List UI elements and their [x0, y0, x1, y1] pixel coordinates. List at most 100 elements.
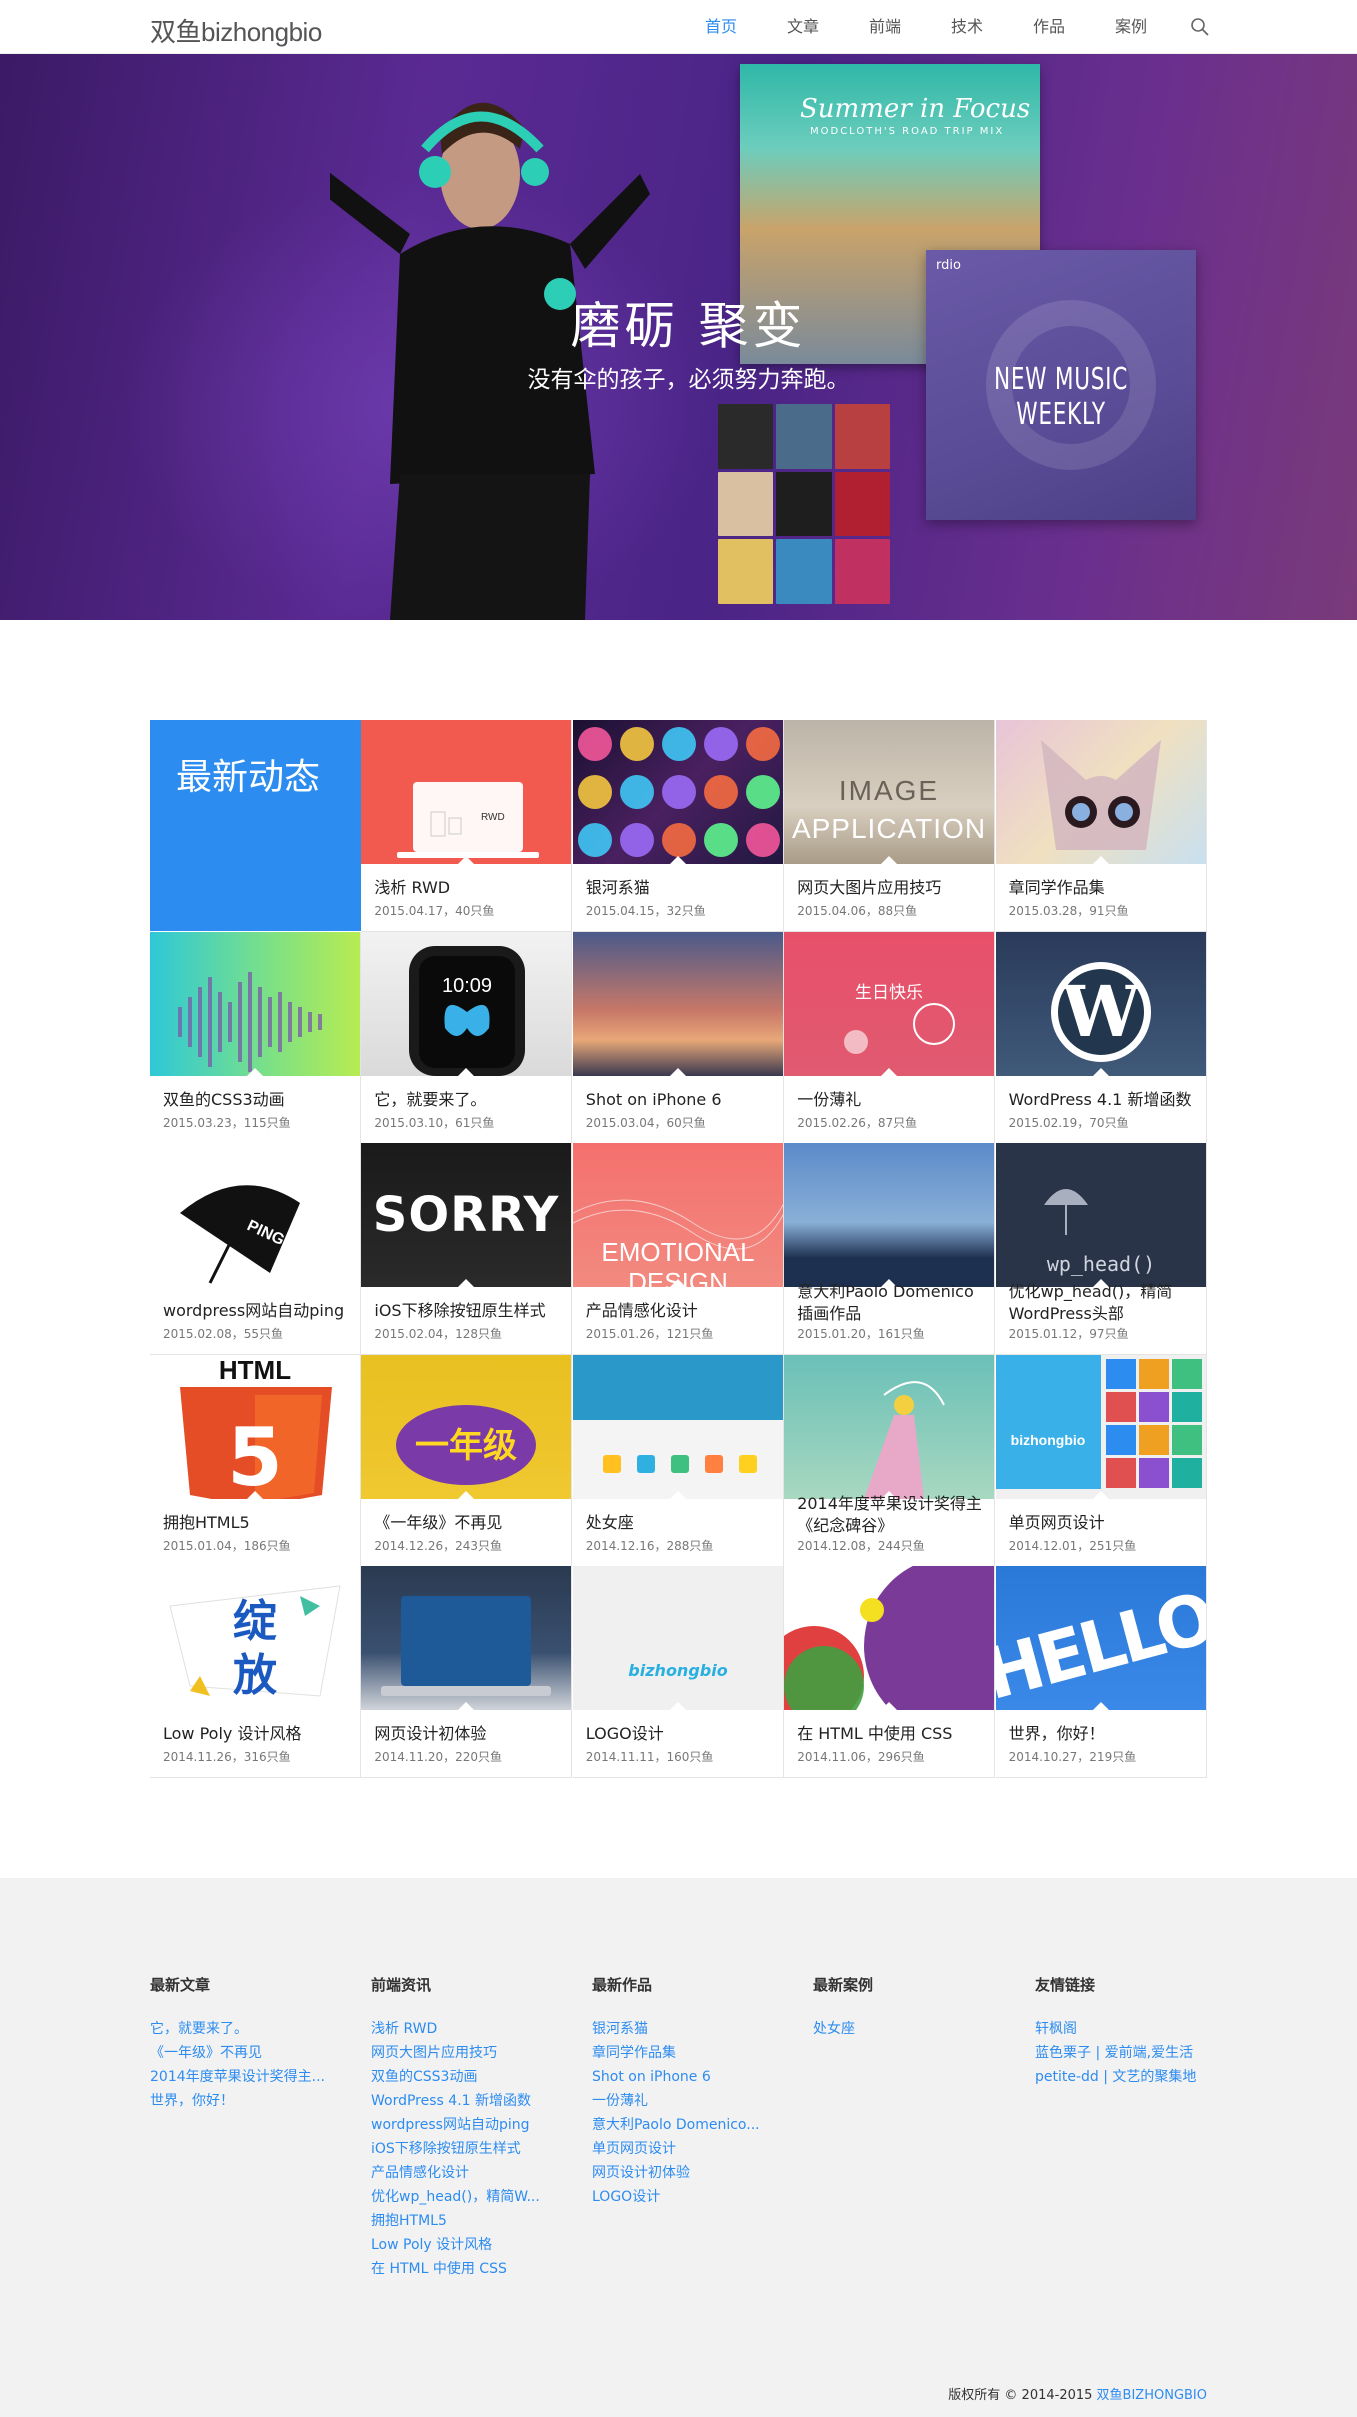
post-title[interactable]: Shot on iPhone 6 [586, 1089, 776, 1111]
post-title[interactable]: 双鱼的CSS3动画 [163, 1089, 353, 1111]
footer-link[interactable]: iOS下移除按钮原生样式 [371, 2137, 571, 2161]
footer-link[interactable]: 在 HTML 中使用 CSS [371, 2257, 571, 2281]
footer-link[interactable]: LOGO设计 [592, 2185, 792, 2209]
post-tile[interactable]: 在 HTML 中使用 CSS 2014.11.06，296只鱼 [784, 1566, 996, 1779]
post-title[interactable]: 浅析 RWD [374, 877, 564, 899]
post-meta: 2014.12.01，251只鱼 [1008, 1538, 1137, 1553]
post-tile[interactable]: SORRY iOS下移除按钮原生样式 2015.02.04，128只鱼 [361, 1143, 573, 1356]
site-header: 双鱼bizhongbio 首页 文章 前端 技术 作品 案例 [0, 0, 1357, 54]
post-thumbnail [784, 1566, 995, 1711]
post-meta: 2015.03.28，91只鱼 [1008, 904, 1129, 918]
footer-link[interactable]: 双鱼的CSS3动画 [371, 2065, 571, 2089]
footer-link[interactable]: petite-dd | 文艺的聚集地 [1035, 2065, 1235, 2089]
nav-item-tech[interactable]: 技术 [926, 0, 1008, 54]
footer-link[interactable]: 轩枫阁 [1035, 2017, 1235, 2041]
footer-link[interactable]: wordpress网站自动ping [371, 2113, 571, 2137]
post-title[interactable]: wordpress网站自动ping [163, 1300, 353, 1322]
footer-column-latest-works: 最新作品 银河系猫 章同学作品集 Shot on iPhone 6 一份薄礼 意大利Pao… [592, 1974, 792, 2209]
footer-link[interactable]: WordPress 4.1 新增函数 [371, 2089, 571, 2113]
post-title[interactable]: iOS下移除按钮原生样式 [374, 1300, 564, 1322]
post-tile[interactable]: IMAGE APPLICATION 网页大图片应用技巧 2015.04.06，88只鱼 [784, 720, 996, 932]
nav-item-works[interactable]: 作品 [1008, 0, 1090, 54]
footer-link[interactable]: 单页网页设计 [592, 2137, 792, 2161]
post-title[interactable]: 网页设计初体验 [374, 1723, 564, 1745]
post-tile[interactable]: HELLO 世界，你好！ 2014.10.27，219只鱼 [995, 1566, 1207, 1779]
footer-link[interactable]: 网页大图片应用技巧 [371, 2041, 571, 2065]
post-title[interactable]: Low Poly 设计风格 [163, 1723, 353, 1745]
post-title[interactable]: 《一年级》不再见 [374, 1512, 564, 1534]
post-tile[interactable]: HTML 5 拥抱HTML5 2015.01.04，186只鱼 [150, 1354, 361, 1567]
post-title[interactable]: 网页大图片应用技巧 [797, 877, 987, 899]
post-tile[interactable]: 处女座 2014.12.16，288只鱼 [572, 1354, 784, 1567]
footer-link[interactable]: 优化wp_head()，精简W... [371, 2185, 571, 2209]
footer-link[interactable]: 浅析 RWD [371, 2017, 571, 2041]
post-tile[interactable]: Shot on iPhone 6 2015.03.04，60只鱼 [572, 931, 784, 1144]
post-title[interactable]: 世界，你好！ [1009, 1723, 1199, 1745]
site-logo[interactable]: 双鱼bizhongbio [150, 12, 322, 49]
post-title[interactable]: WordPress 4.1 新增函数 [1009, 1089, 1199, 1111]
post-thumbnail: 绽放 [150, 1566, 360, 1711]
post-tile[interactable]: 网页设计初体验 2014.11.20，220只鱼 [361, 1566, 573, 1779]
post-title[interactable]: 产品情感化设计 [586, 1300, 776, 1322]
footer-link[interactable]: 产品情感化设计 [371, 2161, 571, 2185]
post-title[interactable]: 2014年度苹果设计奖得主《纪念碑谷》 [797, 1493, 987, 1537]
footer-link[interactable]: 一份薄礼 [592, 2089, 792, 2113]
post-title[interactable]: 意大利Paolo Domenico插画作品 [797, 1281, 987, 1325]
svg-text:SORRY: SORRY [373, 1187, 560, 1243]
footer-link[interactable]: 章同学作品集 [592, 2041, 792, 2065]
post-title[interactable]: 银河系猫 [586, 877, 776, 899]
footer-link[interactable]: 拥抱HTML5 [371, 2209, 571, 2233]
post-thumbnail: RWD [361, 720, 572, 864]
post-tile[interactable]: 章同学作品集 2015.03.28，91只鱼 [995, 720, 1207, 932]
nav-item-cases[interactable]: 案例 [1090, 0, 1172, 54]
post-tile[interactable]: bizhongbio 单页网页设计 2014.12.01，251只鱼 [995, 1354, 1207, 1567]
thumbnail-notch [457, 856, 476, 865]
post-title[interactable]: 它，就要来了。 [374, 1089, 564, 1111]
post-tile[interactable]: PING wordpress网站自动ping 2015.02.08，55只鱼 [150, 1143, 361, 1356]
post-tile[interactable]: RWD 浅析 RWD 2015.04.17，40只鱼 [361, 720, 573, 932]
thumbnail-notch [246, 1490, 264, 1500]
post-tile[interactable]: 10:09 它，就要来了。 2015.03.10，61只鱼 [361, 931, 573, 1144]
post-title[interactable]: 在 HTML 中使用 CSS [797, 1723, 987, 1745]
post-title[interactable]: LOGO设计 [586, 1723, 776, 1745]
footer-link[interactable]: Shot on iPhone 6 [592, 2065, 792, 2089]
post-tile[interactable]: bizhongbio LOGO设计 2014.11.11，160只鱼 [572, 1566, 784, 1779]
nav-item-frontend[interactable]: 前端 [844, 0, 926, 54]
svg-text:10:09: 10:09 [442, 975, 492, 997]
post-tile[interactable]: wp_head() 优化wp_head()，精简WordPress头部 2015.0… [995, 1143, 1207, 1356]
footer-link[interactable]: 2014年度苹果设计奖得主... [150, 2065, 350, 2089]
footer-link[interactable]: 它，就要来了。 [150, 2017, 350, 2041]
footer-link[interactable]: 世界，你好！ [150, 2089, 350, 2113]
post-title[interactable]: 拥抱HTML5 [163, 1512, 353, 1534]
post-tile[interactable]: 2014年度苹果设计奖得主《纪念碑谷》 2014.12.08，244只鱼 [784, 1354, 996, 1567]
footer-link[interactable]: 银河系猫 [592, 2017, 792, 2041]
post-tile[interactable]: 双鱼的CSS3动画 2015.03.23，115只鱼 [150, 931, 361, 1144]
search-icon[interactable] [1190, 17, 1210, 37]
post-grid: 最新动态 RWD 浅析 RWD 2015.04.17，40只鱼 银河系猫 2015.04… [150, 720, 1207, 1779]
footer-link[interactable]: 蓝色栗子 | 爱前端,爱生活 [1035, 2041, 1235, 2065]
post-tile[interactable]: 生日快乐 一份薄礼 2015.02.26，87只鱼 [784, 931, 996, 1144]
post-tile[interactable]: 银河系猫 2015.04.15，32只鱼 [572, 720, 784, 932]
post-thumbnail [572, 931, 783, 1076]
copyright-brand-link[interactable]: 双鱼BIZHONGBIO [1097, 2388, 1207, 2403]
post-thumbnail: bizhongbio [995, 1354, 1206, 1499]
post-tile[interactable]: 一年级 《一年级》不再见 2014.12.26，243只鱼 [361, 1354, 573, 1567]
post-title[interactable]: 优化wp_head()，精简WordPress头部 [1009, 1281, 1199, 1325]
svg-text:放: 放 [233, 1650, 277, 1701]
footer-link[interactable]: Low Poly 设计风格 [371, 2233, 571, 2257]
post-tile[interactable]: 绽放 Low Poly 设计风格 2014.11.26，316只鱼 [150, 1566, 361, 1779]
footer-link[interactable]: 《一年级》不再见 [150, 2041, 350, 2065]
post-title[interactable]: 单页网页设计 [1009, 1512, 1199, 1534]
footer-link[interactable]: 意大利Paolo Domenico... [592, 2113, 792, 2137]
nav-item-home[interactable]: 首页 [680, 0, 762, 54]
post-tile[interactable]: 意大利Paolo Domenico插画作品 2015.01.20，161只鱼 [784, 1143, 996, 1356]
footer-link[interactable]: 网页设计初体验 [592, 2161, 792, 2185]
post-title[interactable]: 处女座 [586, 1512, 776, 1534]
footer-link[interactable]: 处女座 [813, 2017, 1013, 2041]
post-thumbnail: 一年级 [361, 1354, 572, 1499]
post-title[interactable]: 一份薄礼 [797, 1089, 987, 1111]
post-tile[interactable]: W WordPress 4.1 新增函数 2015.02.19，70只鱼 [995, 931, 1207, 1144]
post-title[interactable]: 章同学作品集 [1009, 877, 1199, 899]
nav-item-articles[interactable]: 文章 [762, 0, 844, 54]
post-tile[interactable]: EMOTIONAL DESIGN 产品情感化设计 2015.01.26，121只鱼 [572, 1143, 784, 1356]
